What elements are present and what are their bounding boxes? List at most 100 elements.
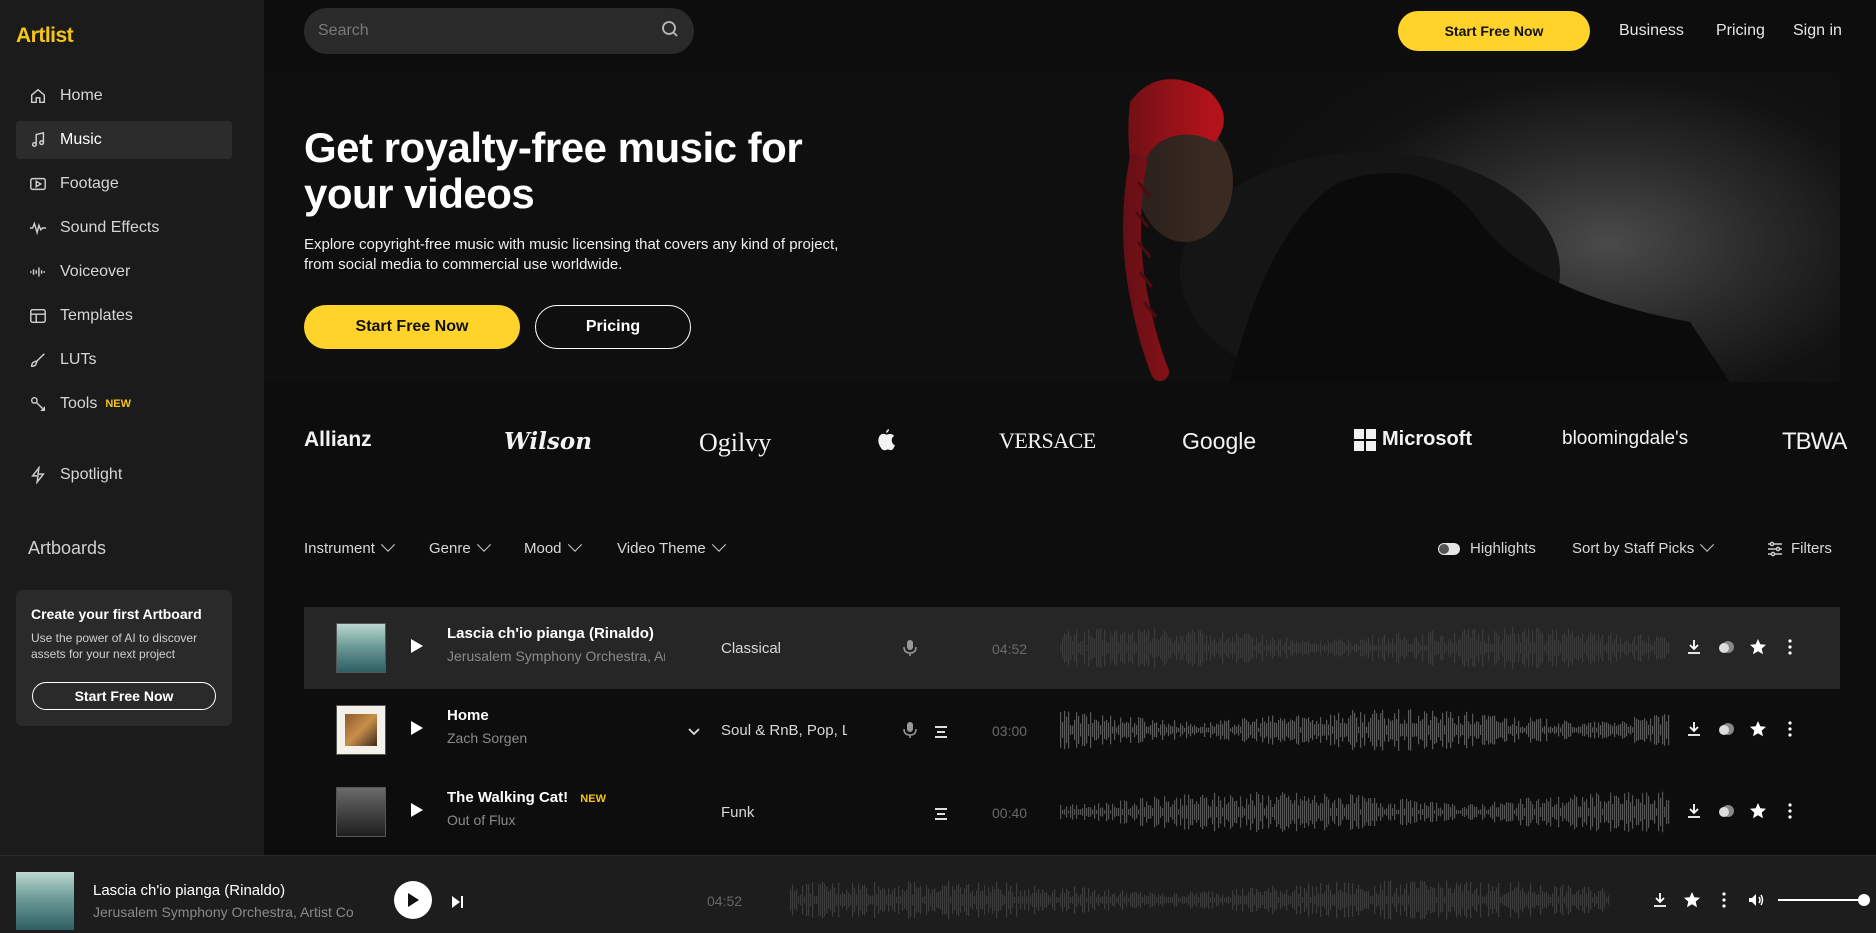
microphone-icon <box>900 720 920 740</box>
filter-label: Instrument <box>304 540 375 557</box>
sliders-icon <box>1767 541 1783 557</box>
sidebar-item-label: Templates <box>60 307 133 324</box>
highlights-toggle[interactable]: Highlights <box>1438 540 1536 557</box>
artboard-start-button[interactable]: Start Free Now <box>32 682 216 710</box>
album-cover[interactable] <box>336 787 386 837</box>
more-icon[interactable] <box>1714 890 1734 910</box>
artlist-logo[interactable]: Artlist <box>16 24 74 48</box>
filter-mood[interactable]: Mood <box>524 537 582 557</box>
star-icon[interactable] <box>1748 801 1768 821</box>
sidebar-item-templates[interactable]: Templates <box>16 297 232 335</box>
hero-start-free-button[interactable]: Start Free Now <box>304 305 520 349</box>
play-icon[interactable] <box>410 638 424 654</box>
new-badge: NEW <box>580 793 606 805</box>
similar-icon[interactable] <box>1716 801 1736 821</box>
track-genre[interactable]: Soul & RnB, Pop, Lo-fi <box>721 722 847 739</box>
toggle-switch[interactable] <box>1438 542 1460 555</box>
hero-section: Get royalty-free music for your videos E… <box>264 72 1840 382</box>
track-title[interactable]: Home <box>447 707 489 724</box>
album-cover[interactable] <box>336 705 386 755</box>
player-play-button[interactable] <box>394 881 432 919</box>
track-row[interactable]: Lascia ch'io pianga (Rinaldo) Jerusalem … <box>304 607 1840 689</box>
star-icon[interactable] <box>1748 637 1768 657</box>
star-icon[interactable] <box>1748 719 1768 739</box>
brand-wilson-logo: Wilson <box>504 428 592 455</box>
sidebar-item-spotlight[interactable]: Spotlight <box>16 456 232 494</box>
track-title[interactable]: The Walking Cat! NEW <box>447 789 606 806</box>
track-genre[interactable]: Classical <box>721 640 847 657</box>
brand-bloomingdales-logo: bloomingdale's <box>1562 428 1689 449</box>
stems-icon[interactable] <box>931 722 951 742</box>
sidebar-item-luts[interactable]: LUTs <box>16 341 232 379</box>
filter-instrument[interactable]: Instrument <box>304 537 395 557</box>
sort-dropdown[interactable]: Sort by Staff Picks <box>1572 537 1715 557</box>
brand-ogilvy-logo: Ogilvy <box>699 428 772 457</box>
track-row[interactable]: The Walking Cat! NEW Out of Flux Funk 00… <box>304 771 1840 853</box>
player-waveform[interactable] <box>790 878 1610 922</box>
artboard-card-title: Create your first Artboard <box>31 606 202 622</box>
waveform[interactable] <box>1060 789 1670 835</box>
header-start-free-button[interactable]: Start Free Now <box>1398 11 1590 51</box>
track-actions <box>1684 637 1800 657</box>
player-track-title[interactable]: Lascia ch'io pianga (Rinaldo) <box>93 882 285 899</box>
track-artist[interactable]: Jerusalem Symphony Orchestra, Artist Col… <box>447 648 665 664</box>
player-duration: 04:52 <box>707 893 743 909</box>
home-icon <box>28 86 48 106</box>
skip-next-icon[interactable] <box>447 892 467 912</box>
chevron-down-icon <box>711 537 726 552</box>
track-title[interactable]: Lascia ch'io pianga (Rinaldo) <box>447 625 654 642</box>
play-icon[interactable] <box>410 720 424 736</box>
search-bar[interactable] <box>304 8 694 54</box>
search-icon[interactable] <box>660 19 680 44</box>
player-track-artist[interactable]: Jerusalem Symphony Orchestra, Artist Col… <box>93 904 353 920</box>
sidebar-item-label: Tools <box>60 395 98 412</box>
download-icon[interactable] <box>1684 719 1704 739</box>
more-icon[interactable] <box>1780 801 1800 821</box>
sidebar-item-home[interactable]: Home <box>16 77 232 115</box>
sidebar-item-music[interactable]: Music <box>16 121 232 159</box>
track-row[interactable]: Home Zach Sorgen Soul & RnB, Pop, Lo-fi … <box>304 689 1840 771</box>
star-icon[interactable] <box>1682 890 1702 910</box>
play-icon[interactable] <box>410 802 424 818</box>
more-icon[interactable] <box>1780 719 1800 739</box>
volume-icon[interactable] <box>1746 890 1766 910</box>
download-icon[interactable] <box>1684 801 1704 821</box>
download-icon[interactable] <box>1684 637 1704 657</box>
track-genre[interactable]: Funk <box>721 804 847 821</box>
music-note-icon <box>28 130 48 150</box>
sidebar-item-footage[interactable]: Footage <box>16 165 232 203</box>
chevron-down-icon[interactable] <box>684 721 704 741</box>
lightning-icon <box>28 465 48 485</box>
sidebar-item-voiceover[interactable]: Voiceover <box>16 253 232 291</box>
filter-genre[interactable]: Genre <box>429 537 491 557</box>
waveform[interactable] <box>1060 625 1670 671</box>
search-input[interactable] <box>318 22 660 40</box>
more-icon[interactable] <box>1780 637 1800 657</box>
sidebar-item-label: Spotlight <box>60 466 123 483</box>
sidebar-item-tools[interactable]: Tools NEW <box>16 385 232 423</box>
similar-icon[interactable] <box>1716 637 1736 657</box>
hero-pricing-button[interactable]: Pricing <box>535 305 691 349</box>
apple-logo-icon <box>876 428 896 458</box>
sidebar-item-sound-effects[interactable]: Sound Effects <box>16 209 232 247</box>
filters-button[interactable]: Filters <box>1767 540 1832 557</box>
filter-label: Video Theme <box>617 540 706 557</box>
brand-microsoft-wordmark: Microsoft <box>1382 428 1472 450</box>
filter-bar: Instrument Genre Mood Video Theme Highli… <box>304 536 1840 562</box>
stems-icon[interactable] <box>931 804 951 824</box>
similar-icon[interactable] <box>1716 719 1736 739</box>
filter-label: Mood <box>524 540 562 557</box>
waveform[interactable] <box>1060 707 1670 753</box>
download-icon[interactable] <box>1650 890 1670 910</box>
album-cover[interactable] <box>336 623 386 673</box>
header-link-sign-in[interactable]: Sign in <box>1793 22 1842 40</box>
filter-video-theme[interactable]: Video Theme <box>617 537 726 557</box>
sidebar-item-label: Music <box>60 131 102 148</box>
new-badge: NEW <box>105 398 132 410</box>
track-artist[interactable]: Zach Sorgen <box>447 730 665 746</box>
track-artist[interactable]: Out of Flux <box>447 812 665 828</box>
header-link-business[interactable]: Business <box>1619 22 1684 40</box>
volume-slider[interactable] <box>1778 894 1870 906</box>
header-link-pricing[interactable]: Pricing <box>1716 22 1765 40</box>
player-album-cover[interactable] <box>16 872 74 930</box>
